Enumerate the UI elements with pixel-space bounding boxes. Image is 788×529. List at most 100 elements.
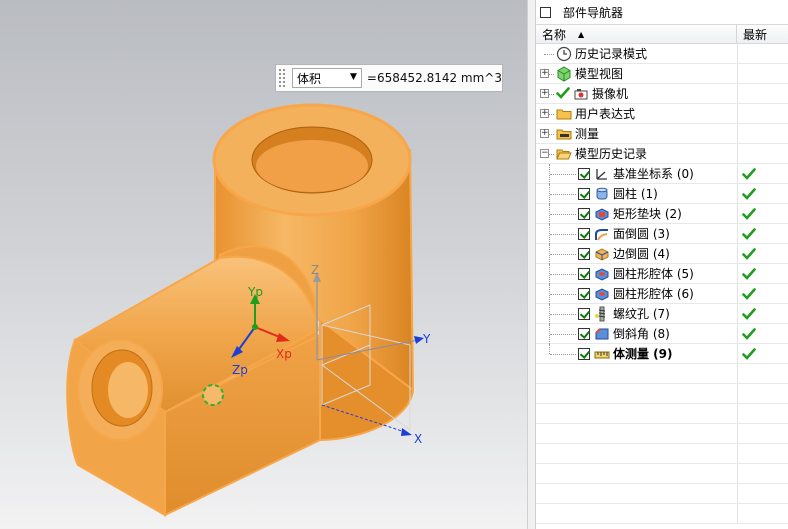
tree-row-feature[interactable]: 圆柱形腔体 (5): [536, 264, 788, 284]
tree-item[interactable]: 历史记录模式: [556, 45, 647, 62]
tree-row-top[interactable]: − 模型历史记录: [536, 144, 788, 164]
tree-row-top[interactable]: + 用户表达式: [536, 104, 788, 124]
expand-icon[interactable]: +: [540, 109, 549, 118]
tree-row-top[interactable]: + 摄像机: [536, 84, 788, 104]
navigator-title-bar: 部件导航器: [536, 0, 788, 24]
clock-icon: [556, 46, 572, 62]
tree-row-top[interactable]: 历史记录模式: [536, 44, 788, 64]
drag-grip-icon[interactable]: [278, 68, 286, 88]
tree-row-feature[interactable]: 倒斜角 (8): [536, 324, 788, 344]
tree-guide-line: [550, 334, 576, 335]
pocket-icon: [594, 266, 610, 282]
feature-label: 圆柱形腔体 (6): [613, 287, 694, 301]
cylinder-icon: [594, 186, 610, 202]
tree-row-top[interactable]: + 模型视图: [536, 64, 788, 84]
model-view-icon: [556, 65, 572, 82]
feature-visibility-checkbox[interactable]: [578, 187, 590, 200]
tree-row-feature[interactable]: 螺纹孔 (7): [536, 304, 788, 324]
feature-visibility-checkbox[interactable]: [578, 287, 590, 300]
feature-visibility-checkbox[interactable]: [578, 267, 590, 280]
tree-item-label: 用户表达式: [575, 107, 636, 121]
tree-row-feature[interactable]: 矩形垫块 (2): [536, 204, 788, 224]
column-latest-label: 最新: [743, 27, 768, 42]
tree-item[interactable]: 模型视图: [556, 65, 623, 82]
column-divider: [737, 304, 738, 323]
feature-item[interactable]: 基准坐标系 (0): [578, 165, 694, 182]
tree-row-feature[interactable]: 面倒圆 (3): [536, 224, 788, 244]
column-divider: [737, 104, 738, 123]
feature-label: 体测量 (9): [613, 347, 673, 361]
expand-icon[interactable]: +: [540, 89, 549, 98]
tree-row-feature[interactable]: 圆柱形腔体 (6): [536, 284, 788, 304]
column-divider: [737, 144, 738, 163]
graphics-viewport[interactable]: Yp Xp Zp Z Y X 体积 ▼ =658452.8142 mm^3: [0, 0, 527, 529]
column-divider: [737, 464, 738, 483]
tree-item[interactable]: 用户表达式: [556, 105, 635, 122]
feature-visibility-checkbox[interactable]: [578, 307, 590, 320]
feature-label: 倒斜角 (8): [613, 327, 670, 341]
feature-item[interactable]: 螺纹孔 (7): [578, 305, 670, 322]
pin-checkbox[interactable]: [540, 6, 551, 18]
column-name-header[interactable]: 名称 ▲: [536, 25, 737, 43]
edge-blend-icon: [594, 246, 610, 262]
column-divider: [737, 484, 738, 503]
column-divider: [737, 504, 738, 523]
tree-guide-line: [550, 194, 576, 195]
thread-icon: [594, 306, 610, 322]
green-check-icon: [742, 307, 756, 321]
green-check-icon: [742, 167, 756, 181]
column-divider: [737, 364, 738, 383]
feature-item[interactable]: 倒斜角 (8): [578, 325, 670, 342]
tree-guide-line: [550, 254, 576, 255]
collapse-icon[interactable]: −: [540, 149, 549, 158]
navigator-tree: 历史记录模式 + 模型视图 + 摄像机 + 用户表达式 + 测量 − 模型历史记录 基准坐标系 (0)…: [536, 44, 788, 524]
column-divider: [737, 404, 738, 423]
column-divider: [737, 284, 738, 303]
expand-icon[interactable]: +: [540, 129, 549, 138]
feature-item[interactable]: 圆柱形腔体 (6): [578, 285, 694, 302]
tree-guide-line: [550, 234, 576, 235]
feature-item[interactable]: 体测量 (9): [578, 345, 673, 362]
tree-item[interactable]: 模型历史记录: [556, 145, 647, 162]
tree-row-feature[interactable]: 基准坐标系 (0): [536, 164, 788, 184]
column-divider: [737, 164, 738, 183]
column-divider: [737, 84, 738, 103]
panel-splitter[interactable]: [527, 0, 536, 529]
tree-row-empty: [536, 424, 788, 444]
tree-guide-line: [550, 174, 576, 175]
feature-item[interactable]: 矩形垫块 (2): [578, 205, 682, 222]
chamfer-icon: [594, 326, 610, 342]
column-divider: [737, 204, 738, 223]
tree-item-label: 测量: [575, 127, 600, 141]
column-divider: [737, 124, 738, 143]
tree-guide-line: [549, 344, 550, 354]
column-latest-header[interactable]: 最新: [737, 25, 767, 43]
green-check-icon: [742, 247, 756, 261]
feature-item[interactable]: 圆柱 (1): [578, 185, 658, 202]
tree-row-feature[interactable]: 圆柱 (1): [536, 184, 788, 204]
tree-item[interactable]: 摄像机: [556, 85, 628, 102]
tree-item[interactable]: 测量: [556, 125, 599, 142]
feature-item[interactable]: 面倒圆 (3): [578, 225, 670, 242]
feature-item[interactable]: 圆柱形腔体 (5): [578, 265, 694, 282]
feature-visibility-checkbox[interactable]: [578, 247, 590, 260]
green-check-icon: [556, 86, 570, 102]
wcs-x-label: Xp: [276, 347, 292, 361]
measure-type-select[interactable]: 体积 ▼: [291, 68, 362, 88]
green-check-icon: [742, 187, 756, 201]
tree-row-feature[interactable]: 体测量 (9): [536, 344, 788, 364]
feature-item[interactable]: 边倒圆 (4): [578, 245, 670, 262]
measure-folder-icon: [556, 126, 572, 142]
tree-row-top[interactable]: + 测量: [536, 124, 788, 144]
feature-label: 边倒圆 (4): [613, 247, 670, 261]
expand-icon[interactable]: +: [540, 69, 549, 78]
column-divider: [737, 324, 738, 343]
feature-visibility-checkbox[interactable]: [578, 207, 590, 220]
column-divider: [737, 244, 738, 263]
feature-visibility-checkbox[interactable]: [578, 327, 590, 340]
tree-row-feature[interactable]: 边倒圆 (4): [536, 244, 788, 264]
feature-visibility-checkbox[interactable]: [578, 227, 590, 240]
feature-visibility-checkbox[interactable]: [578, 167, 590, 180]
datum-csys-icon: [594, 166, 610, 182]
feature-visibility-checkbox[interactable]: [578, 347, 590, 360]
